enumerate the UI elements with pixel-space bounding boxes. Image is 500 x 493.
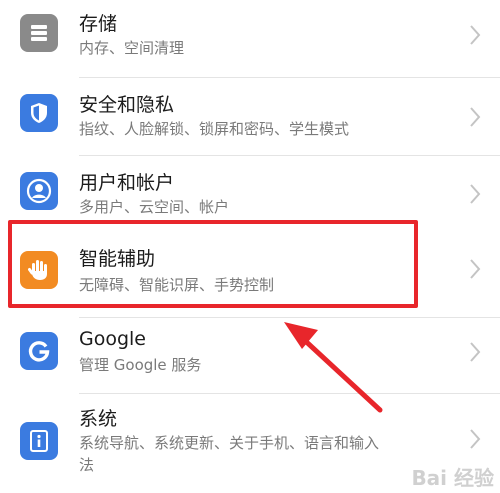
annotation-arrow xyxy=(284,322,383,413)
watermark: Bai 经验 xyxy=(411,466,494,490)
